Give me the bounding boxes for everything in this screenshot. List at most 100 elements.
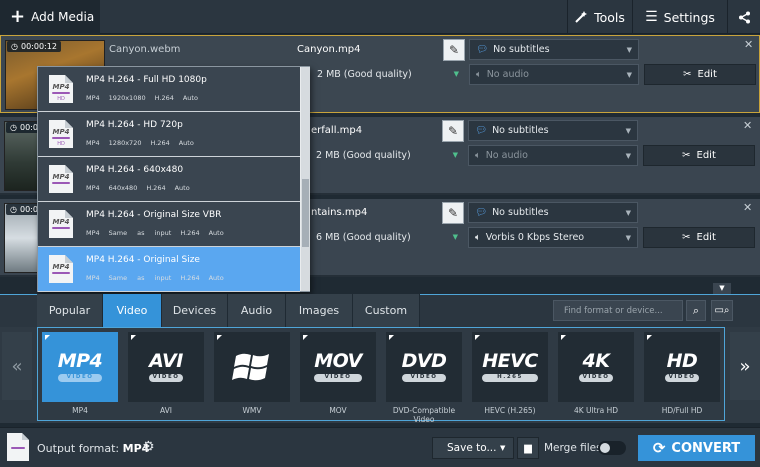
preset-spec: MP4 — [86, 274, 100, 282]
mp4-file-icon: MP4 — [49, 255, 73, 283]
caret-down-icon: ▼ — [625, 209, 631, 217]
audio-select[interactable]: 🔈︎ Vorbis 0 Kbps Stereo ▼ — [468, 227, 638, 248]
preset-spec: Same as input — [108, 229, 172, 237]
share-button[interactable] — [727, 0, 760, 34]
caret-down-icon[interactable]: ▼ — [500, 444, 505, 452]
corner-marker-icon — [217, 335, 222, 340]
preset-item[interactable]: MP4 HD MP4 H.264 - HD 720p MP4 1280x720 H.264… — [38, 112, 300, 157]
subtitles-select[interactable]: 💬︎ No subtitles ▼ — [468, 202, 638, 223]
dropdown-scrollbar[interactable] — [301, 67, 310, 291]
svg-text:MP4: MP4 — [53, 173, 70, 181]
audio-select[interactable]: 🔈︎ No audio ▼ — [468, 145, 638, 166]
settings-button[interactable]: ☰ Settings — [632, 0, 727, 34]
tools-label: Tools — [594, 9, 625, 25]
format-label: MP4 — [72, 406, 88, 415]
source-filename: Canyon.webm — [109, 44, 181, 55]
preset-item[interactable]: MP4 MP4 H.264 - Original Size VBR MP4 Same … — [38, 202, 300, 247]
speech-bubble-icon: 💬︎ — [476, 44, 489, 55]
output-filename: erfall.mp4 — [311, 125, 363, 136]
search-icon: ⌕ — [692, 303, 700, 317]
format-label: 4K Ultra HD — [573, 406, 619, 415]
preset-spec: H.264 — [146, 184, 166, 192]
output-size-select[interactable]: 2 MB (Good quality) ▼ — [311, 64, 465, 85]
format-card-hevc-h-265-[interactable]: HEVC H.265 — [472, 332, 548, 402]
tab-images[interactable]: Images — [286, 294, 353, 327]
preset-title: MP4 H.264 - Full HD 1080p — [86, 75, 207, 85]
edit-button[interactable]: ✂ Edit — [643, 227, 755, 248]
tab-popular[interactable]: Popular — [37, 294, 103, 327]
speaker-icon: 🔈︎ — [476, 69, 482, 80]
preset-spec: H.264 — [180, 274, 200, 282]
tools-button[interactable]: Tools — [567, 0, 631, 34]
preset-item[interactable]: MP4 HD MP4 H.264 - Full HD 1080p MP4 1920x10… — [38, 67, 300, 112]
detect-device-button[interactable]: ▭⌕ — [711, 300, 733, 321]
format-label: DVD-Compatible Video — [392, 406, 456, 424]
remove-file-icon[interactable]: ✕ — [744, 38, 753, 51]
edit-button[interactable]: ✂ Edit — [644, 64, 756, 85]
preset-title: MP4 H.264 - Original Size — [86, 255, 200, 265]
tab-audio[interactable]: Audio — [228, 294, 286, 327]
search-button[interactable]: ⌕ — [686, 300, 706, 321]
rename-button[interactable]: ✎ — [443, 39, 465, 61]
audio-select[interactable]: 🔈︎ No audio ▼ — [469, 64, 639, 85]
svg-text:MP4: MP4 — [53, 128, 70, 136]
output-filename: Canyon.mp4 — [297, 44, 361, 55]
collapse-panel-button[interactable]: ▼ — [713, 283, 731, 294]
preset-spec: MP4 — [86, 139, 100, 147]
output-size-select[interactable]: 2 MB (Good quality) ▼ — [310, 145, 464, 166]
rename-button[interactable]: ✎ — [442, 202, 464, 224]
merge-files-toggle[interactable] — [598, 441, 626, 455]
format-card-wmv[interactable] — [214, 332, 290, 402]
remove-file-icon[interactable]: ✕ — [743, 201, 752, 214]
svg-text:HD: HD — [57, 96, 65, 102]
add-media-button[interactable]: + Add Media — [0, 0, 100, 34]
output-size-select[interactable]: 6 MB (Good quality) ▼ — [310, 227, 464, 248]
scroll-left-button[interactable]: « — [2, 332, 32, 400]
preset-spec: H.264 — [150, 139, 170, 147]
corner-marker-icon — [389, 335, 394, 340]
open-folder-button[interactable]: ▆ — [517, 437, 539, 459]
format-label: HD/Full HD — [661, 406, 703, 415]
corner-marker-icon — [303, 335, 308, 340]
scroll-right-button[interactable]: » — [730, 332, 760, 400]
format-card-4k-ultra-hd[interactable]: 4K VIDEO — [558, 332, 634, 402]
preset-title: MP4 H.264 - Original Size VBR — [86, 210, 222, 220]
subtitles-select[interactable]: 💬︎ No subtitles ▼ — [469, 39, 639, 60]
scrollbar-thumb[interactable] — [302, 179, 309, 247]
format-card-avi[interactable]: AVI VIDEO — [128, 332, 204, 402]
format-card-dvd-compatible-video[interactable]: DVD VIDEO — [386, 332, 462, 402]
windows-logo-icon — [232, 353, 269, 381]
preset-spec: Auto — [174, 184, 190, 192]
format-card-hd-full-hd[interactable]: HD VIDEO — [644, 332, 720, 402]
preset-specs: MP4 Same as input H.264 Auto — [86, 274, 233, 282]
preset-item[interactable]: MP4 MP4 H.264 - Original Size MP4 Same as i… — [38, 247, 300, 292]
tab-video[interactable]: Video — [103, 294, 162, 327]
edit-button[interactable]: ✂ Edit — [643, 145, 755, 166]
dvd-icon: DVD VIDEO — [401, 350, 447, 382]
gear-icon[interactable]: ⚙ — [142, 439, 155, 455]
format-search-input[interactable]: Find format or device... — [553, 300, 683, 321]
preset-spec: MP4 — [86, 229, 100, 237]
mp4-icon: MP4 VIDEO — [57, 350, 103, 382]
convert-button[interactable]: ⟳ CONVERT — [638, 435, 755, 461]
speaker-icon: 🔈︎ — [475, 232, 481, 243]
corner-marker-icon — [131, 335, 136, 340]
clock-icon: ◷ — [10, 123, 17, 132]
subtitles-select[interactable]: 💬︎ No subtitles ▼ — [468, 120, 638, 141]
preset-spec: 1920x1080 — [108, 94, 146, 102]
avi-icon: AVI VIDEO — [148, 350, 184, 382]
double-chevron-down-icon: ▼ — [719, 284, 725, 292]
rename-button[interactable]: ✎ — [442, 120, 464, 142]
preset-item[interactable]: MP4 MP4 H.264 - 640x480 MP4 640x480 H.264 Aut… — [38, 157, 300, 202]
format-card-mov[interactable]: MOV VIDEO — [300, 332, 376, 402]
tab-devices[interactable]: Devices — [162, 294, 228, 327]
format-label: MOV — [329, 406, 347, 415]
format-card-mp4[interactable]: MP4 VIDEO — [42, 332, 118, 402]
mp4-file-icon: MP4 HD — [49, 75, 73, 103]
scissors-icon: ✂ — [683, 69, 692, 80]
remove-file-icon[interactable]: ✕ — [743, 119, 752, 132]
preset-spec: H.264 — [180, 229, 200, 237]
svg-text:MP4: MP4 — [53, 263, 70, 271]
preset-specs: MP4 1920x1080 H.264 Auto — [86, 94, 207, 102]
tab-custom[interactable]: Custom — [353, 294, 420, 327]
